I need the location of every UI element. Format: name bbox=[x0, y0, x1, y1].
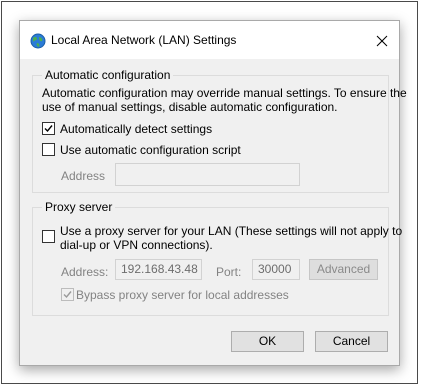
ok-button[interactable]: OK bbox=[231, 331, 304, 352]
title-bar: Local Area Network (LAN) Settings bbox=[20, 21, 399, 59]
proxy-address-label: Address: bbox=[61, 265, 109, 279]
advanced-button[interactable]: Advanced bbox=[309, 259, 378, 280]
auto-detect-label[interactable]: Automatically detect settings bbox=[60, 122, 212, 136]
auto-config-script-checkbox[interactable] bbox=[42, 143, 55, 156]
lan-settings-dialog: Local Area Network (LAN) Settings Automa… bbox=[19, 20, 407, 366]
close-icon[interactable] bbox=[372, 31, 392, 51]
auto-config-description-line1: Automatic configuration may override man… bbox=[42, 86, 407, 100]
cancel-button[interactable]: Cancel bbox=[315, 331, 388, 352]
use-proxy-label-line1[interactable]: Use a proxy server for your LAN (These s… bbox=[60, 224, 402, 238]
script-address-input[interactable] bbox=[115, 163, 300, 186]
proxy-server-label: Proxy server bbox=[42, 200, 116, 214]
screenshot-frame: Local Area Network (LAN) Settings Automa… bbox=[1, 1, 418, 384]
bypass-local-checkbox[interactable] bbox=[61, 288, 74, 301]
checkmark-icon bbox=[63, 291, 72, 299]
proxy-port-label: Port: bbox=[216, 265, 242, 279]
bypass-local-label[interactable]: Bypass proxy server for local addresses bbox=[76, 288, 289, 302]
use-proxy-label-line2[interactable]: dial-up or VPN connections). bbox=[60, 238, 213, 252]
use-proxy-checkbox[interactable] bbox=[42, 230, 55, 243]
automatic-configuration-label: Automatic configuration bbox=[42, 68, 174, 82]
script-address-label: Address bbox=[61, 169, 106, 183]
auto-detect-checkbox[interactable] bbox=[42, 122, 55, 135]
checkmark-icon bbox=[44, 125, 53, 133]
proxy-address-input[interactable]: 192.168.43.48 bbox=[115, 259, 202, 280]
auto-config-description-line2: use of manual settings, disable automati… bbox=[42, 100, 338, 114]
auto-config-script-label[interactable]: Use automatic configuration script bbox=[60, 143, 241, 157]
proxy-port-input[interactable]: 30000 bbox=[252, 259, 300, 280]
globe-network-icon bbox=[30, 33, 46, 49]
dialog-title: Local Area Network (LAN) Settings bbox=[51, 33, 237, 47]
